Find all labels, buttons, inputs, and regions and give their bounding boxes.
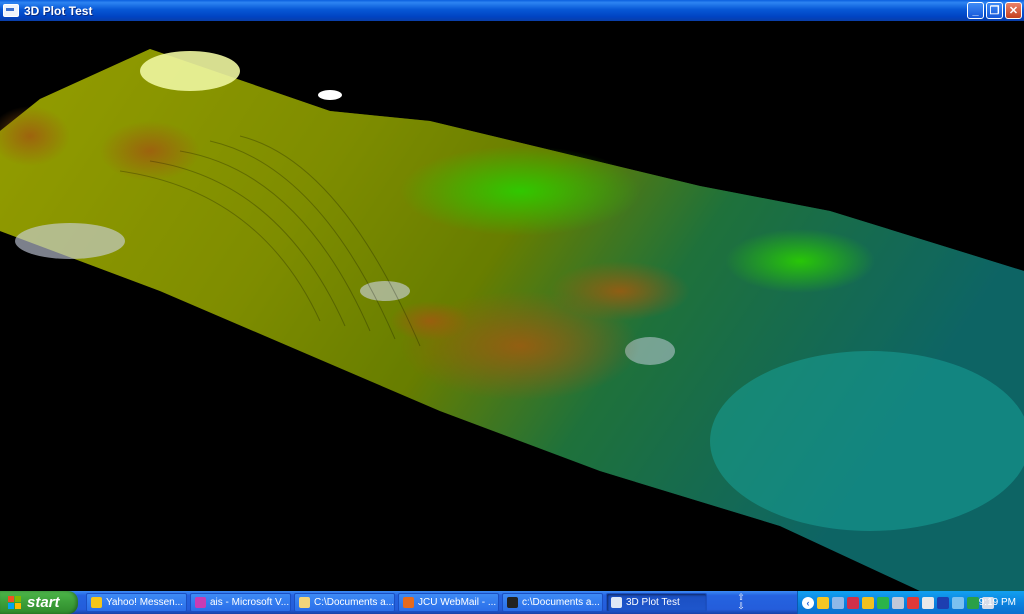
task-list: Yahoo! Messen... ais - Microsoft V... C:\D… bbox=[86, 593, 707, 612]
taskbar-button[interactable]: 3D Plot Test bbox=[606, 593, 707, 612]
taskbar: start Yahoo! Messen... ais - Microsoft V.… bbox=[0, 591, 1024, 614]
visual-studio-icon bbox=[195, 597, 206, 608]
smiley-icon[interactable] bbox=[817, 596, 829, 609]
monitor-icon[interactable] bbox=[952, 596, 964, 609]
show-hidden-icons-icon[interactable]: ‹ bbox=[802, 596, 814, 609]
start-label: start bbox=[27, 594, 60, 611]
update-icon[interactable] bbox=[907, 596, 919, 609]
taskbar-button-label: JCU WebMail - ... bbox=[418, 597, 497, 608]
window-controls: _ ❐ ✕ bbox=[967, 2, 1022, 19]
tray-icons bbox=[814, 596, 994, 609]
taskbar-button[interactable]: Yahoo! Messen... bbox=[86, 593, 187, 612]
system-tray: ‹ 9:19 PM bbox=[797, 591, 1024, 614]
taskbar-button-label: C:\Documents a... bbox=[314, 597, 394, 608]
shield-icon[interactable] bbox=[847, 596, 859, 609]
taskbar-button[interactable]: C:\Documents a... bbox=[294, 593, 395, 612]
folder-icon bbox=[299, 597, 310, 608]
taskbar-button[interactable]: ais - Microsoft V... bbox=[190, 593, 291, 612]
taskbar-button-label: ais - Microsoft V... bbox=[210, 597, 290, 608]
firefox-icon bbox=[403, 597, 414, 608]
speaker-icon[interactable] bbox=[892, 596, 904, 609]
window-title: 3D Plot Test bbox=[24, 3, 93, 18]
close-button[interactable]: ✕ bbox=[1005, 2, 1022, 19]
windows-logo-icon bbox=[8, 595, 22, 610]
taskbar-button[interactable]: c:\Documents a... bbox=[502, 593, 603, 612]
app-window-icon bbox=[611, 597, 622, 608]
app-window-icon bbox=[3, 4, 19, 17]
yahoo-messenger-icon bbox=[91, 597, 102, 608]
security-icon[interactable] bbox=[967, 596, 979, 609]
quick-launch-arrows[interactable]: ⇧ ⇩ bbox=[736, 593, 746, 611]
start-button[interactable]: start bbox=[0, 591, 78, 614]
minimize-button[interactable]: _ bbox=[967, 2, 984, 19]
bluetooth-icon[interactable] bbox=[937, 596, 949, 609]
taskbar-button[interactable]: JCU WebMail - ... bbox=[398, 593, 499, 612]
terrain-surface-plot[interactable] bbox=[0, 21, 1024, 591]
antivirus-icon[interactable] bbox=[877, 596, 889, 609]
clock[interactable]: 9:19 PM bbox=[979, 591, 1016, 614]
taskbar-button-label: Yahoo! Messen... bbox=[106, 597, 184, 608]
printer-icon[interactable] bbox=[922, 596, 934, 609]
taskbar-button-label: 3D Plot Test bbox=[626, 597, 680, 608]
taskbar-button-label: c:\Documents a... bbox=[522, 597, 600, 608]
network-icon[interactable] bbox=[832, 596, 844, 609]
console-icon bbox=[507, 597, 518, 608]
plot-viewport[interactable] bbox=[0, 21, 1024, 591]
maximize-button[interactable]: ❐ bbox=[986, 2, 1003, 19]
title-bar: 3D Plot Test _ ❐ ✕ bbox=[0, 0, 1024, 21]
yahoo-icon[interactable] bbox=[862, 596, 874, 609]
